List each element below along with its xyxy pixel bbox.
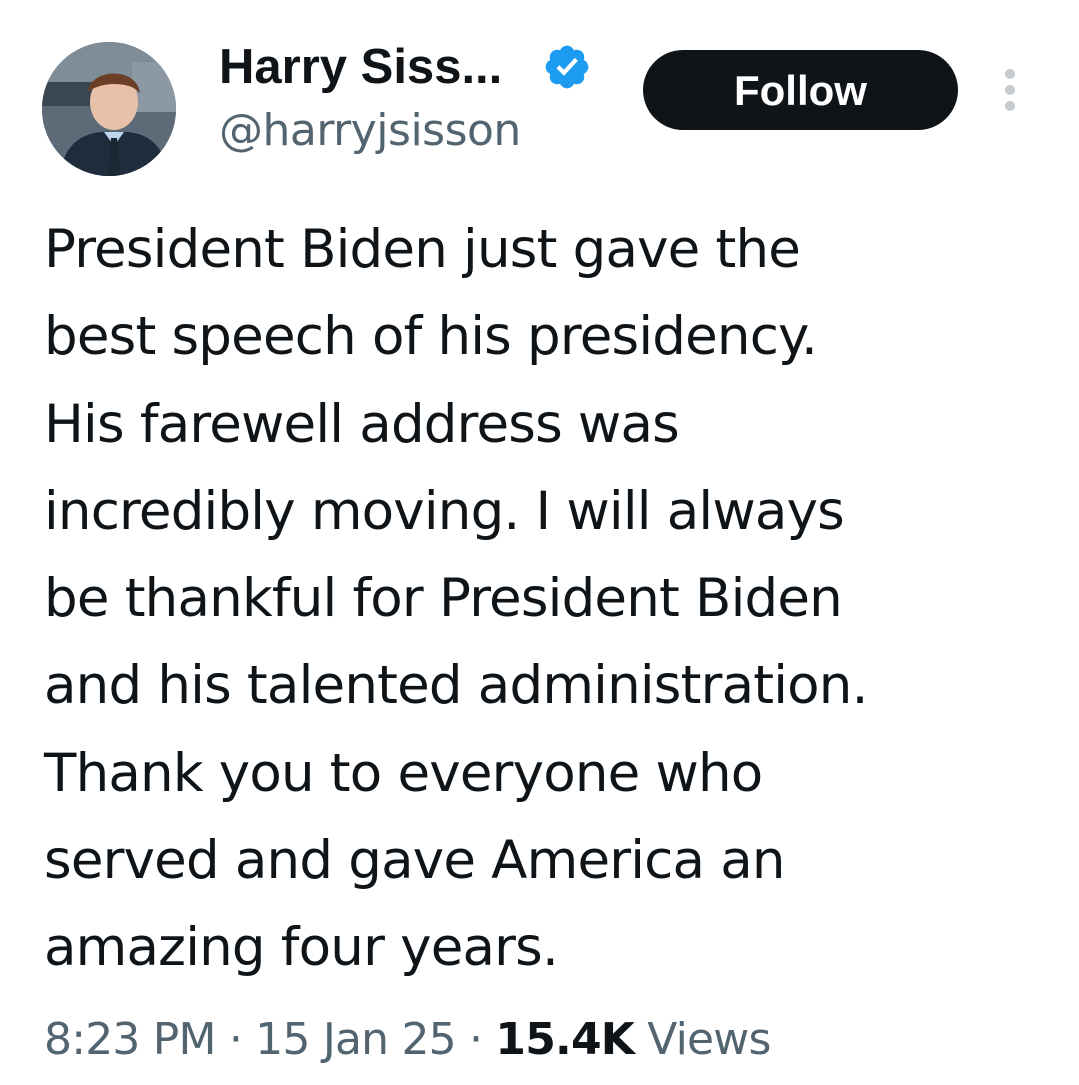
tweet-text: President Biden just gave the best speec…	[44, 206, 1054, 992]
meta-separator: ·	[228, 1014, 243, 1065]
author-handle[interactable]: @harryjsisson	[219, 104, 521, 158]
tweet-text-line: be thankful for President Biden	[44, 568, 843, 630]
tweet-meta: 8:23 PM · 15 Jan 25 · 15.4K Views	[44, 1010, 771, 1070]
tweet-text-line: amazing four years.	[44, 917, 559, 979]
tweet-text-line: and his talented administration.	[44, 655, 868, 717]
tweet-text-line: incredibly moving. I will always	[44, 480, 845, 542]
profile-photo	[42, 42, 176, 176]
more-vertical-icon[interactable]	[996, 66, 1024, 114]
tweet-text-line: served and gave America an	[44, 830, 786, 892]
tweet-text-line: best speech of his presidency.	[44, 306, 818, 368]
meta-separator: ·	[469, 1014, 483, 1065]
tweet-date[interactable]: 15 Jan 25	[255, 1014, 456, 1065]
views-label[interactable]: Views	[647, 1014, 771, 1065]
avatar[interactable]	[42, 42, 176, 176]
tweet-time[interactable]: 8:23 PM	[44, 1014, 217, 1065]
follow-button[interactable]: Follow	[643, 50, 958, 130]
author-display-name[interactable]: Harry Siss...	[219, 38, 502, 96]
tweet-text-line: President Biden just gave the	[44, 219, 801, 280]
tweet-text-line: His farewell address was	[44, 393, 680, 455]
verified-badge-icon	[545, 45, 589, 89]
views-count[interactable]: 15.4K	[495, 1014, 634, 1065]
tweet-text-line: Thank you to everyone who	[44, 742, 763, 804]
